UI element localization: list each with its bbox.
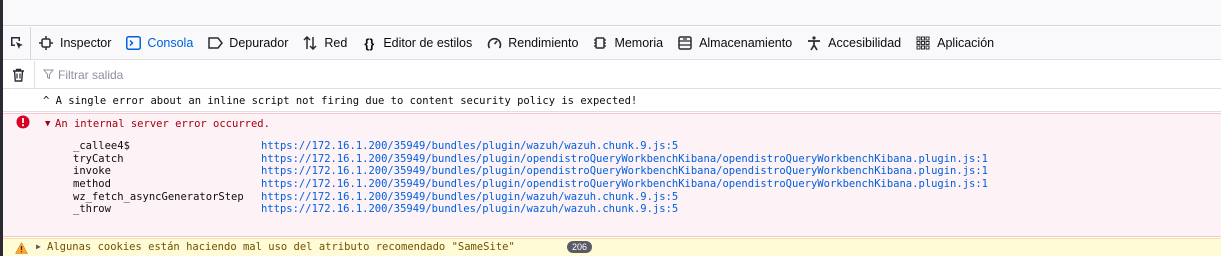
filter-output-input[interactable]: Filtrar salida	[35, 68, 635, 82]
tab-storage-label: Almacenamiento	[699, 36, 793, 50]
tab-application[interactable]: Aplicación	[908, 27, 1001, 60]
stack-frame-location-link[interactable]: https://172.16.1.200/35949/bundles/plugi…	[261, 165, 988, 177]
warning-message-text: Algunas cookies están haciendo mal uso d…	[47, 241, 515, 253]
inspector-icon	[38, 35, 54, 51]
error-message-text: An internal server error occurred.	[55, 118, 270, 130]
stack-frame: wz_fetch_asyncGeneratorStep https://172.…	[73, 190, 988, 203]
filter-icon	[43, 69, 54, 80]
stack-frame-function: tryCatch	[73, 152, 124, 165]
stack-frame-function: _throw	[73, 203, 111, 216]
console-message-info: ^ A single error about an inline script …	[3, 90, 1221, 112]
error-icon	[16, 115, 30, 129]
stack-frame: _throw https://172.16.1.200/35949/bundle…	[73, 203, 988, 216]
tab-application-label: Aplicación	[937, 36, 995, 50]
tab-inspector[interactable]: Inspector	[31, 27, 118, 60]
stack-frame: invoke https://172.16.1.200/35949/bundle…	[73, 165, 988, 178]
debugger-icon	[207, 35, 223, 51]
accessibility-icon	[806, 35, 822, 51]
stack-frame-location-link[interactable]: https://172.16.1.200/35949/bundles/plugi…	[261, 178, 988, 190]
stack-frame-location-link[interactable]: https://172.16.1.200/35949/bundles/plugi…	[261, 203, 678, 215]
console-icon	[125, 35, 141, 51]
info-message-text: ^ A single error about an inline script …	[43, 94, 638, 107]
stack-frame-function: method	[73, 178, 111, 191]
page-content-strip	[3, 0, 1221, 26]
performance-icon	[486, 35, 502, 51]
trash-icon	[13, 68, 24, 82]
tab-storage[interactable]: Almacenamiento	[670, 27, 799, 60]
stack-frame-function: _callee4$	[73, 140, 130, 153]
error-stack-trace: _callee4$ https://172.16.1.200/35949/bun…	[73, 140, 988, 216]
stack-frame: method https://172.16.1.200/35949/bundle…	[73, 178, 988, 191]
tab-network-label: Red	[324, 36, 348, 50]
element-picker-icon	[10, 37, 23, 49]
console-message-error: ▼ An internal server error occurred. _ca…	[3, 113, 1221, 237]
storage-icon	[677, 35, 693, 51]
tab-style-editor[interactable]: {} Editor de estilos	[354, 27, 479, 60]
tab-network[interactable]: Red	[295, 27, 354, 60]
tab-debugger-label: Depurador	[229, 36, 289, 50]
tab-console[interactable]: Consola	[118, 27, 200, 60]
tab-style-editor-label: Editor de estilos	[383, 36, 473, 50]
repeat-count-badge: 206	[567, 241, 593, 253]
console-filter-bar: Filtrar salida	[3, 60, 1221, 89]
stack-frame: _callee4$ https://172.16.1.200/35949/bun…	[73, 140, 988, 153]
tab-accessibility-label: Accesibilidad	[828, 36, 902, 50]
stack-frame-location-link[interactable]: https://172.16.1.200/35949/bundles/plugi…	[261, 191, 678, 203]
tab-memory[interactable]: Memoria	[585, 27, 670, 60]
stack-frame-location-link[interactable]: https://172.16.1.200/35949/bundles/plugi…	[261, 140, 678, 152]
tab-performance[interactable]: Rendimiento	[479, 27, 585, 60]
tab-performance-label: Rendimiento	[508, 36, 579, 50]
warning-expand-toggle[interactable]: ▶	[36, 242, 41, 251]
tab-inspector-label: Inspector	[60, 36, 112, 50]
filter-placeholder: Filtrar salida	[58, 67, 124, 82]
tab-accessibility[interactable]: Accesibilidad	[799, 27, 908, 60]
element-picker-button[interactable]	[3, 26, 31, 60]
memory-icon	[592, 35, 608, 51]
stack-frame-function: wz_fetch_asyncGeneratorStep	[73, 190, 244, 203]
stack-frame-function: invoke	[73, 165, 111, 178]
stack-frame: tryCatch https://172.16.1.200/35949/bund…	[73, 153, 988, 166]
tab-memory-label: Memoria	[614, 36, 664, 50]
style-editor-icon: {}	[364, 35, 375, 51]
stack-frame-location-link[interactable]: https://172.16.1.200/35949/bundles/plugi…	[261, 153, 988, 165]
warning-icon	[15, 242, 28, 254]
clear-console-button[interactable]	[3, 60, 35, 89]
application-icon	[915, 35, 931, 51]
network-icon	[302, 35, 318, 51]
tab-debugger[interactable]: Depurador	[200, 27, 295, 60]
console-message-warning: ▶ Algunas cookies están haciendo mal uso…	[3, 238, 1221, 256]
devtools-toolbar: Inspector Consola Depurador Red {} Edito…	[3, 26, 1221, 60]
error-expand-toggle[interactable]: ▼	[45, 119, 50, 129]
tab-console-label: Consola	[147, 36, 194, 50]
